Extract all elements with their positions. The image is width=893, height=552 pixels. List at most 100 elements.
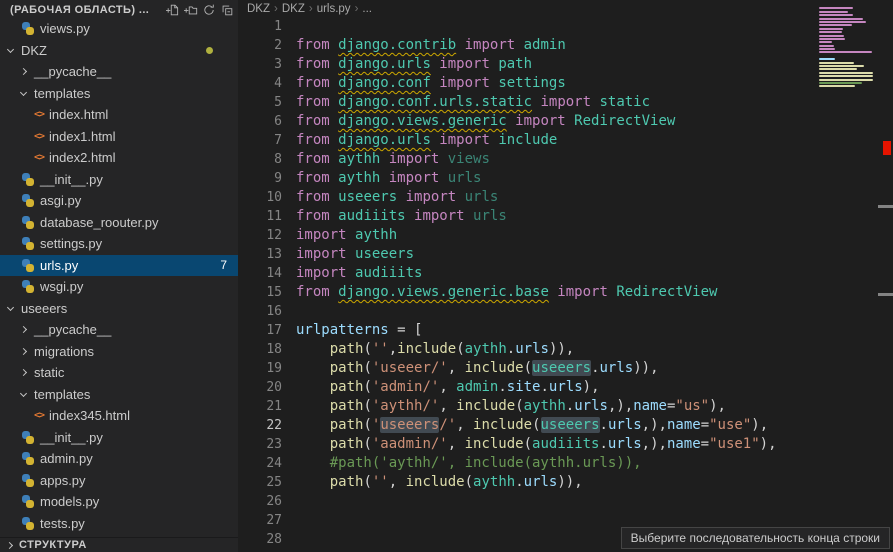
tree-item-pycache[interactable]: __pycache__ — [0, 61, 238, 83]
minimap-line — [819, 41, 832, 43]
line-number[interactable]: 16 — [238, 302, 282, 321]
overview-ruler[interactable] — [878, 0, 893, 552]
tree-item-apps-py[interactable]: apps.py — [0, 470, 238, 492]
tree-item-settings-py[interactable]: settings.py — [0, 233, 238, 255]
code-line[interactable]: 1 — [238, 17, 893, 36]
line-number[interactable]: 1 — [238, 17, 282, 36]
code-line[interactable]: 9from aythh import urls — [238, 169, 893, 188]
breadcrumb-item[interactable]: ... — [362, 3, 372, 15]
line-number[interactable]: 17 — [238, 321, 282, 340]
code-line[interactable]: 10from useeers import urls — [238, 188, 893, 207]
line-number[interactable]: 2 — [238, 36, 282, 55]
collapse-all-icon[interactable] — [220, 3, 234, 17]
tree-item-init-py[interactable]: __init__.py — [0, 427, 238, 449]
line-number[interactable]: 21 — [238, 397, 282, 416]
code-line[interactable]: 15from django.views.generic.base import … — [238, 283, 893, 302]
line-number[interactable]: 27 — [238, 511, 282, 530]
overview-ruler-mark — [878, 205, 893, 208]
explorer-section-header[interactable]: (РАБОЧАЯ ОБЛАСТЬ) ... — [0, 0, 238, 17]
line-number[interactable]: 22 — [238, 416, 282, 435]
minimap[interactable] — [819, 4, 877, 99]
new-file-icon[interactable] — [166, 3, 180, 17]
new-folder-icon[interactable] — [184, 3, 198, 17]
line-number[interactable]: 23 — [238, 435, 282, 454]
tree-item-useeers[interactable]: useeers — [0, 298, 238, 320]
code-line[interactable]: 23 path('aadmin/', include(audiiits.urls… — [238, 435, 893, 454]
code-line[interactable]: 20 path('admin/', admin.site.urls), — [238, 378, 893, 397]
line-number[interactable]: 15 — [238, 283, 282, 302]
code-line[interactable]: 12import aythh — [238, 226, 893, 245]
line-number[interactable]: 18 — [238, 340, 282, 359]
tree-item-dkz[interactable]: DKZ — [0, 40, 238, 62]
line-number[interactable]: 3 — [238, 55, 282, 74]
tree-item-urls-py[interactable]: urls.py7 — [0, 255, 238, 277]
outline-section-header[interactable]: СТРУКТУРА — [0, 537, 238, 552]
breadcrumb-item[interactable]: DKZ — [282, 3, 305, 15]
tree-item-database-roouter-py[interactable]: database_roouter.py — [0, 212, 238, 234]
code-line[interactable]: 3from django.urls import path — [238, 55, 893, 74]
code-line[interactable]: 26 — [238, 492, 893, 511]
line-number[interactable]: 28 — [238, 530, 282, 549]
code-text: from audiiits import urls — [282, 207, 507, 226]
code-line[interactable]: 17urlpatterns = [ — [238, 321, 893, 340]
code-line[interactable]: 2from django.contrib import admin — [238, 36, 893, 55]
code-line[interactable]: 25 path('', include(aythh.urls)), — [238, 473, 893, 492]
tree-item-label: models.py — [40, 494, 99, 509]
line-number[interactable]: 7 — [238, 131, 282, 150]
tree-item-index345-html[interactable]: <>index345.html — [0, 405, 238, 427]
code-line[interactable]: 18 path('',include(aythh.urls)), — [238, 340, 893, 359]
line-number[interactable]: 12 — [238, 226, 282, 245]
line-number[interactable]: 5 — [238, 93, 282, 112]
line-number[interactable]: 8 — [238, 150, 282, 169]
tree-item-pycache[interactable]: __pycache__ — [0, 319, 238, 341]
tree-item-templates[interactable]: templates — [0, 83, 238, 105]
tree-item-label: migrations — [34, 344, 94, 359]
code-line[interactable]: 5from django.conf.urls.static import sta… — [238, 93, 893, 112]
line-number[interactable]: 11 — [238, 207, 282, 226]
code-line[interactable]: 4from django.conf import settings — [238, 74, 893, 93]
tree-item-label: templates — [34, 86, 90, 101]
line-number[interactable]: 24 — [238, 454, 282, 473]
line-number[interactable]: 10 — [238, 188, 282, 207]
line-number[interactable]: 19 — [238, 359, 282, 378]
tree-item-static[interactable]: static — [0, 362, 238, 384]
line-number[interactable]: 4 — [238, 74, 282, 93]
code-line[interactable]: 6from django.views.generic import Redire… — [238, 112, 893, 131]
tree-item-tests-py[interactable]: tests.py — [0, 513, 238, 535]
line-number[interactable]: 9 — [238, 169, 282, 188]
code-line[interactable]: 11from audiiits import urls — [238, 207, 893, 226]
code-line[interactable]: 14import audiiits — [238, 264, 893, 283]
tree-item-init-py[interactable]: __init__.py — [0, 169, 238, 191]
explorer-actions — [166, 3, 234, 17]
code-line[interactable]: 13import useeers — [238, 245, 893, 264]
code-line[interactable]: 22 path('useeers/', include(useeers.urls… — [238, 416, 893, 435]
tree-item-admin-py[interactable]: admin.py — [0, 448, 238, 470]
line-number[interactable]: 13 — [238, 245, 282, 264]
tree-item-templates[interactable]: templates — [0, 384, 238, 406]
line-number[interactable]: 6 — [238, 112, 282, 131]
tree-item-index2-html[interactable]: <>index2.html — [0, 147, 238, 169]
tree-item-asgi-py[interactable]: asgi.py — [0, 190, 238, 212]
tree-item-label: static — [34, 365, 64, 380]
code-line[interactable]: 7from django.urls import include — [238, 131, 893, 150]
breadcrumb-item[interactable]: DKZ — [247, 3, 270, 15]
tree-item-views-py[interactable]: views.py — [0, 18, 238, 40]
code-line[interactable]: 8from aythh import views — [238, 150, 893, 169]
line-number[interactable]: 14 — [238, 264, 282, 283]
tree-item-label: __pycache__ — [34, 322, 111, 337]
tree-item-index-html[interactable]: <>index.html — [0, 104, 238, 126]
code-line[interactable]: 16 — [238, 302, 893, 321]
line-number[interactable]: 26 — [238, 492, 282, 511]
tree-item-label: settings.py — [40, 236, 102, 251]
code-line[interactable]: 21 path('aythh/', include(aythh.urls,),n… — [238, 397, 893, 416]
breadcrumb-item[interactable]: urls.py — [317, 3, 351, 15]
line-number[interactable]: 20 — [238, 378, 282, 397]
code-line[interactable]: 19 path('useeer/', include(useeers.urls)… — [238, 359, 893, 378]
tree-item-wsgi-py[interactable]: wsgi.py — [0, 276, 238, 298]
tree-item-migrations[interactable]: migrations — [0, 341, 238, 363]
code-line[interactable]: 24 #path('aythh/', include(aythh.urls)), — [238, 454, 893, 473]
line-number[interactable]: 25 — [238, 473, 282, 492]
refresh-icon[interactable] — [202, 3, 216, 17]
tree-item-index1-html[interactable]: <>index1.html — [0, 126, 238, 148]
tree-item-models-py[interactable]: models.py — [0, 491, 238, 513]
